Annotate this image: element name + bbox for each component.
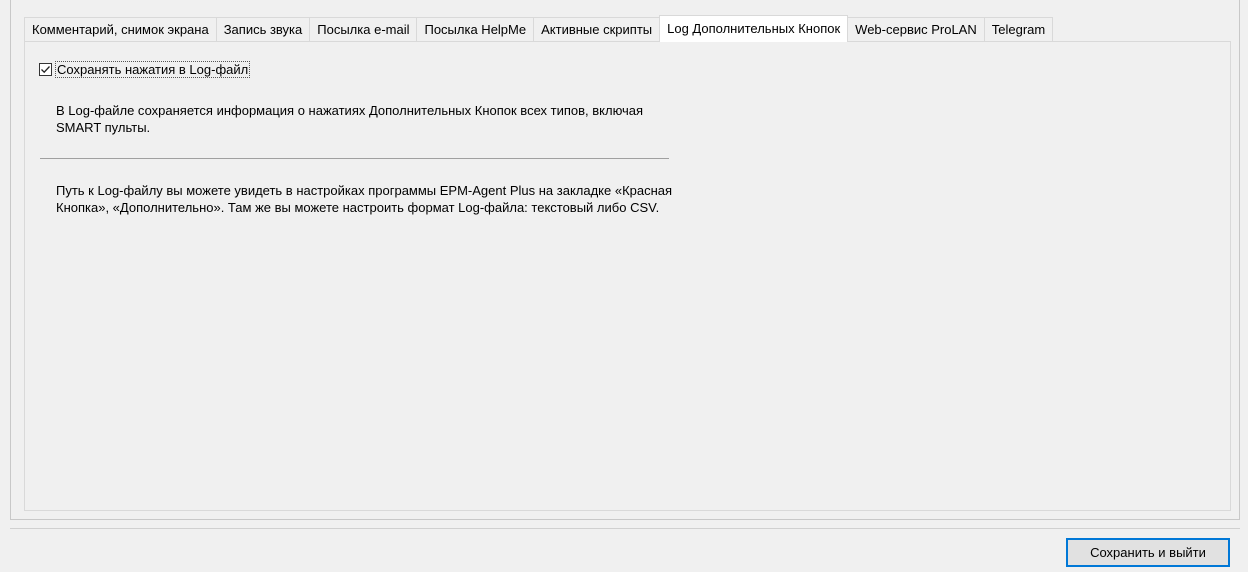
tab-send-email[interactable]: Посылка e-mail — [309, 17, 418, 41]
tab-panel: Сохранять нажатия в Log-файл В Log-файле… — [24, 41, 1231, 511]
save-log-checkbox-label[interactable]: Сохранять нажатия в Log-файл — [54, 61, 251, 78]
tab-active-scripts[interactable]: Активные скрипты — [533, 17, 661, 41]
tab-comment-screenshot[interactable]: Комментарий, снимок экрана — [24, 17, 217, 41]
tab-bar: Комментарий, снимок экрана Запись звука … — [24, 15, 1054, 42]
save-log-checkbox-row[interactable]: Сохранять нажатия в Log-файл — [39, 61, 251, 78]
tab-web-service-prolan[interactable]: Web-сервис ProLAN — [847, 17, 985, 41]
log-description-text: В Log-файле сохраняется информация о наж… — [56, 103, 644, 135]
save-and-exit-button[interactable]: Сохранить и выйти — [1066, 538, 1230, 567]
tab-telegram[interactable]: Telegram — [983, 17, 1054, 41]
tab-log-extra-buttons[interactable]: Log Дополнительных Кнопок — [659, 15, 849, 42]
divider — [40, 158, 669, 159]
settings-window: Комментарий, снимок экрана Запись звука … — [0, 0, 1248, 572]
tab-send-helpme[interactable]: Посылка HelpMe — [416, 17, 535, 41]
footer-separator — [10, 528, 1240, 529]
tab-sound-recording[interactable]: Запись звука — [215, 17, 311, 41]
checkmark-icon — [41, 66, 50, 74]
log-path-info-text: Путь к Log-файлу вы можете увидеть в нас… — [56, 183, 673, 215]
save-log-checkbox[interactable] — [39, 63, 52, 76]
